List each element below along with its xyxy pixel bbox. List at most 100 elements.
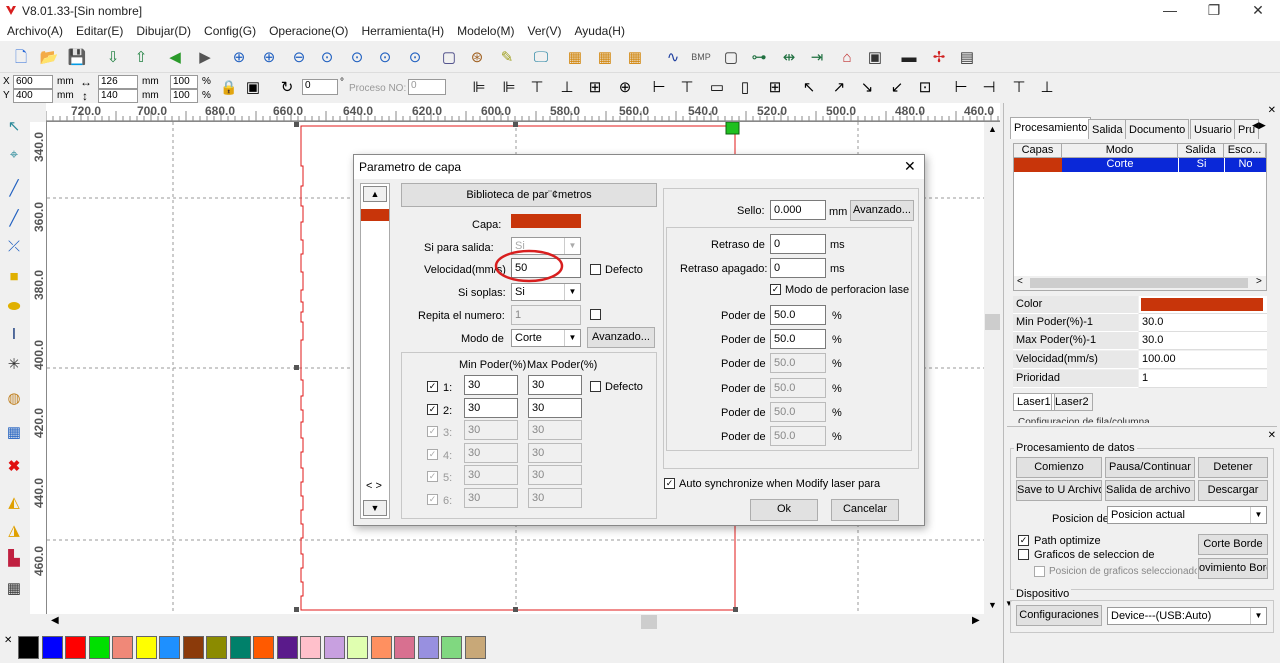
import-icon[interactable]: ⇩ xyxy=(102,46,124,68)
array-icon[interactable]: ▦ xyxy=(3,577,25,599)
bottom-left-icon[interactable]: ↙ xyxy=(886,76,908,98)
min-power-input[interactable]: 30 xyxy=(464,375,518,395)
layer-down-icon[interactable]: ▼ xyxy=(363,500,387,516)
mode-select[interactable]: Corte ▼ xyxy=(511,329,581,347)
advanced-button[interactable]: Avanzado... xyxy=(587,327,655,348)
curve-icon[interactable]: ∿ xyxy=(662,46,684,68)
power-right-input[interactable]: 50.0 xyxy=(770,305,826,325)
palette-swatch[interactable] xyxy=(323,636,345,659)
palette-swatch[interactable] xyxy=(347,636,368,659)
prop-max-power[interactable]: Max Poder(%)-1 30.0 xyxy=(1013,332,1267,350)
layer-nav[interactable]: < > xyxy=(366,480,382,492)
delay-off-input[interactable]: 0 xyxy=(770,258,826,278)
menu-archivo[interactable]: Archivo(A) xyxy=(0,21,69,38)
power-right-input[interactable]: 50.0 xyxy=(770,353,826,374)
path-optimize-checkbox[interactable]: ✓ xyxy=(1018,535,1029,546)
align-top-icon[interactable]: ⊤ xyxy=(526,76,548,98)
dist-left-icon[interactable]: ⊢ xyxy=(950,76,972,98)
palette-swatch[interactable] xyxy=(135,636,157,659)
palette-swatch[interactable] xyxy=(394,636,415,659)
menu-ver[interactable]: Ver(V) xyxy=(520,21,567,38)
rotate-icon[interactable]: ↻ xyxy=(276,76,298,98)
palette-swatch[interactable] xyxy=(88,636,110,659)
tab-scroll-icon[interactable]: ◀▶ xyxy=(1252,120,1266,131)
library-button[interactable]: Biblioteca de par¨¢metros xyxy=(401,183,657,207)
output-u-button[interactable]: Salida de archivo U xyxy=(1105,480,1195,501)
prop-speed[interactable]: Velocidad(mm/s) 100.00 xyxy=(1013,351,1267,369)
palette-swatch[interactable] xyxy=(464,636,486,659)
graphics-pos-checkbox[interactable] xyxy=(1034,566,1045,577)
perforation-checkbox[interactable]: ✓ xyxy=(770,284,781,295)
stop-button[interactable]: Detener xyxy=(1198,457,1268,478)
same-height-icon[interactable]: ⊤ xyxy=(676,76,698,98)
power-row-checkbox[interactable]: ✓ xyxy=(427,381,438,392)
frame-icon[interactable]: ▢ xyxy=(438,46,460,68)
scroll-up-icon[interactable]: ▲ xyxy=(988,124,997,134)
prop-priority[interactable]: Prioridad 1 xyxy=(1013,370,1267,388)
auto-sync-checkbox[interactable]: ✓ xyxy=(664,478,675,489)
seal-input[interactable]: 0.000 xyxy=(770,200,826,220)
new-file-icon[interactable]: 🗋 xyxy=(10,46,32,68)
zoom-in-icon[interactable]: ⊕ xyxy=(228,46,250,68)
top-right-icon[interactable]: ↗ xyxy=(828,76,850,98)
palette-swatch[interactable] xyxy=(206,636,227,659)
width-input[interactable]: 126 xyxy=(98,75,138,89)
rotation-input[interactable]: 0 xyxy=(302,79,338,95)
arrange-icon[interactable]: ⇥ xyxy=(806,46,828,68)
zoom-out-icon[interactable]: ⊖ xyxy=(288,46,310,68)
min-power-input[interactable]: 30 xyxy=(464,420,518,440)
menu-config[interactable]: Config(G) xyxy=(197,21,262,38)
mirror-h-icon[interactable]: ◭ xyxy=(3,491,25,513)
scroll-right-icon[interactable]: ▶ xyxy=(972,615,980,626)
hscroll-thumb[interactable] xyxy=(641,615,657,629)
power-right-input[interactable]: 50.0 xyxy=(770,401,826,422)
bitmap-icon[interactable]: ◍ xyxy=(3,387,25,409)
position-select[interactable]: Posicion actual ▼ xyxy=(1107,506,1267,524)
cancel-button[interactable]: Cancelar xyxy=(831,499,899,521)
tab-usuario[interactable]: Usuario xyxy=(1190,119,1236,139)
palette-close-icon[interactable]: ✕ xyxy=(4,635,12,646)
speed-default-checkbox[interactable] xyxy=(590,264,601,275)
configurations-button[interactable]: Configuraciones xyxy=(1016,605,1102,626)
align-grid2-icon[interactable]: ▦ xyxy=(594,46,616,68)
monitor-icon[interactable]: 🖵 xyxy=(530,46,552,68)
dist-top-icon[interactable]: ⊤ xyxy=(1008,76,1030,98)
layer-list-item[interactable] xyxy=(361,209,389,221)
min-power-input[interactable]: 30 xyxy=(464,442,518,463)
max-power-input[interactable]: 30 xyxy=(528,375,582,395)
corte-borde-button[interactable]: Corte Borde xyxy=(1198,534,1268,555)
export-icon[interactable]: ⇧ xyxy=(130,46,152,68)
close-button[interactable]: ✕ xyxy=(1236,0,1280,21)
max-power-input[interactable]: 30 xyxy=(528,487,582,508)
max-power-input[interactable]: 30 xyxy=(528,442,582,463)
prop-min-power[interactable]: Min Poder(%)-1 30.0 xyxy=(1013,314,1267,332)
palette-swatch[interactable] xyxy=(65,636,86,659)
panel-icon[interactable]: ▣ xyxy=(864,46,886,68)
lock-ratio-icon[interactable]: 🔒 xyxy=(218,76,240,98)
menu-ayuda[interactable]: Ayuda(H) xyxy=(568,21,631,38)
align-grid-icon[interactable]: ▦ xyxy=(564,46,586,68)
min-power-input[interactable]: 30 xyxy=(464,397,518,418)
laser-icon[interactable]: ✢ xyxy=(928,46,950,68)
mirror-v-icon[interactable]: ◮ xyxy=(3,519,25,541)
tab-laser1[interactable]: Laser1 xyxy=(1013,393,1055,411)
node-icon[interactable]: ⊛ xyxy=(466,46,488,68)
zoom-fit-icon[interactable]: ⊙ xyxy=(316,46,338,68)
select-arrow-icon[interactable]: ↖ xyxy=(3,115,25,137)
min-power-input[interactable]: 30 xyxy=(464,465,518,485)
horizontal-scrollbar[interactable]: ◀ ▶ xyxy=(47,614,984,630)
anchor-icon[interactable]: ▣ xyxy=(242,76,264,98)
menu-editar[interactable]: Editar(E) xyxy=(69,21,129,38)
tab-laser2[interactable]: Laser2 xyxy=(1051,393,1093,411)
palette-swatch[interactable] xyxy=(41,636,63,659)
bottom-right-icon[interactable]: ↘ xyxy=(856,76,878,98)
scroll-left-icon[interactable]: < xyxy=(1017,276,1023,287)
palette-swatch[interactable] xyxy=(159,636,180,659)
ok-button[interactable]: Ok xyxy=(750,499,818,521)
grid-icon[interactable]: ▦ xyxy=(3,421,25,443)
max-power-input[interactable]: 30 xyxy=(528,420,582,440)
max-power-input[interactable]: 30 xyxy=(528,397,582,418)
tab-procesamiento[interactable]: Procesamiento xyxy=(1010,117,1092,139)
zoom-plus-icon[interactable]: ⊕ xyxy=(258,46,280,68)
text-tool-icon[interactable]: Ⅰ xyxy=(3,323,25,345)
